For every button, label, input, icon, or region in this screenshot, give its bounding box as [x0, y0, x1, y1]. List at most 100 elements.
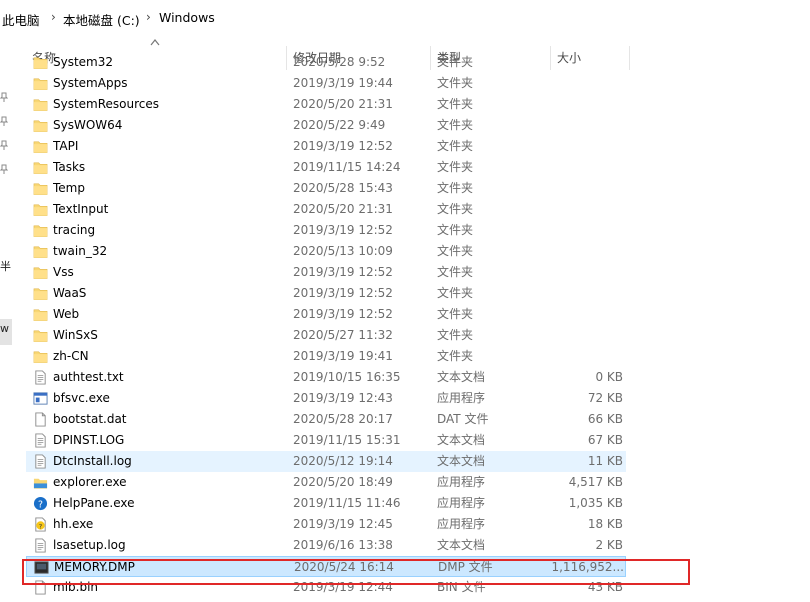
breadcrumb-windows[interactable]: Windows [159, 10, 215, 25]
folder-icon [33, 349, 48, 364]
file-name: SysWOW64 [53, 118, 123, 132]
nav-item-fragment[interactable]: w [0, 322, 12, 335]
nav-item-fragment[interactable]: 半 [0, 258, 12, 274]
file-size [526, 73, 623, 94]
folder-icon [33, 307, 48, 322]
file-name: Tasks [53, 160, 86, 174]
file-modified-date: 2020/5/12 19:14 [293, 454, 393, 468]
file-row[interactable]: WinSxS 2020/5/27 11:32 文件夹 [26, 325, 626, 346]
file-row[interactable]: lsasetup.log 2019/6/16 13:38 文本文档 2 KB [26, 535, 626, 556]
file-row[interactable]: TAPI 2019/3/19 12:52 文件夹 [26, 136, 626, 157]
file-row[interactable]: twain_32 2020/5/13 10:09 文件夹 [26, 241, 626, 262]
file-name: MEMORY.DMP [54, 560, 135, 574]
file-row[interactable]: authtest.txt 2019/10/15 16:35 文本文档 0 KB [26, 367, 626, 388]
file-name: System32 [53, 55, 114, 69]
file-name: authtest.txt [53, 370, 124, 384]
file-row[interactable]: bfsvc.exe 2019/3/19 12:43 应用程序 72 KB [26, 388, 626, 409]
file-row[interactable]: ? hh.exe 2019/3/19 12:45 应用程序 18 KB [26, 514, 626, 535]
folder-icon [33, 286, 48, 301]
file-name: DPINST.LOG [53, 433, 125, 447]
file-name: TextInput [53, 202, 109, 216]
folder-icon [33, 265, 48, 280]
dmp-icon [34, 560, 49, 575]
address-bar[interactable]: 此电脑 › 本地磁盘 (C:) › Windows [0, 0, 810, 36]
pin-icon[interactable] [0, 140, 8, 150]
file-name: bootstat.dat [53, 412, 127, 426]
file-size: 1,035 KB [568, 496, 623, 510]
folder-icon [33, 97, 48, 112]
file-modified-date: 2020/5/28 9:52 [293, 55, 386, 69]
file-name: SystemResources [53, 97, 160, 111]
file-row[interactable]: SystemResources 2020/5/20 21:31 文件夹 [26, 94, 626, 115]
pin-icon[interactable] [0, 116, 8, 126]
file-size [526, 52, 623, 73]
file-size [526, 178, 623, 199]
file-row[interactable]: bootstat.dat 2020/5/28 20:17 DAT 文件 66 KB [26, 409, 626, 430]
file-row[interactable]: tracing 2019/3/19 12:52 文件夹 [26, 220, 626, 241]
file-row[interactable]: TextInput 2020/5/20 21:31 文件夹 [26, 199, 626, 220]
breadcrumb-separator-icon: › [146, 10, 151, 24]
file-size: 67 KB [587, 433, 623, 447]
file-row[interactable]: Temp 2020/5/28 15:43 文件夹 [26, 178, 626, 199]
folder-icon [33, 139, 48, 154]
file-size: 4,517 KB [568, 475, 623, 489]
file-modified-date: 2020/5/22 9:49 [293, 118, 386, 132]
file-size: 11 KB [587, 454, 623, 468]
pin-icon[interactable] [0, 164, 8, 174]
file-name: Vss [53, 265, 74, 279]
sort-ascending-icon [150, 39, 160, 46]
file-size [526, 157, 623, 178]
file-size: 2 KB [595, 538, 623, 552]
navigation-pane[interactable]: 半 w [0, 36, 14, 595]
blank-file-icon [33, 580, 48, 595]
text-file-icon [33, 454, 48, 469]
file-modified-date: 2019/3/19 12:52 [293, 286, 393, 300]
file-name: Web [53, 307, 80, 321]
file-size [526, 136, 623, 157]
pin-icon[interactable] [0, 92, 8, 102]
file-name: lsasetup.log [53, 538, 126, 552]
file-name: twain_32 [53, 244, 108, 258]
breadcrumb-this-pc[interactable]: 此电脑 [2, 10, 40, 29]
file-row[interactable]: WaaS 2019/3/19 12:52 文件夹 [26, 283, 626, 304]
file-size: 18 KB [587, 517, 623, 531]
file-row[interactable]: DtcInstall.log 2020/5/12 19:14 文本文档 11 KB [26, 451, 626, 472]
file-row[interactable]: explorer.exe 2020/5/20 18:49 应用程序 4,517 KB [26, 472, 626, 493]
file-modified-date: 2020/5/24 16:14 [294, 560, 394, 574]
file-size [526, 304, 623, 325]
file-row[interactable]: ? HelpPane.exe 2019/11/15 11:46 应用程序 1,035 K… [26, 493, 626, 514]
folder-icon [33, 76, 48, 91]
file-size: 0 KB [595, 370, 623, 384]
help-icon: ? [33, 496, 48, 511]
file-name: SystemApps [53, 76, 128, 90]
file-name: Temp [53, 181, 85, 195]
file-row[interactable]: zh-CN 2019/3/19 19:41 文件夹 [26, 346, 626, 367]
file-modified-date: 2019/11/15 14:24 [293, 160, 401, 174]
file-modified-date: 2019/10/15 16:35 [293, 370, 401, 384]
file-modified-date: 2019/3/19 12:52 [293, 223, 393, 237]
file-modified-date: 2020/5/28 20:17 [293, 412, 393, 426]
breadcrumb-separator-icon: › [51, 10, 56, 24]
breadcrumb-local-disk[interactable]: 本地磁盘 (C:) [63, 10, 140, 29]
file-name: tracing [53, 223, 96, 237]
file-row[interactable]: SysWOW64 2020/5/22 9:49 文件夹 [26, 115, 626, 136]
file-row[interactable]: SystemApps 2019/3/19 19:44 文件夹 [26, 73, 626, 94]
folder-icon [33, 202, 48, 217]
file-modified-date: 2020/5/20 21:31 [293, 97, 393, 111]
file-modified-date: 2019/11/15 11:46 [293, 496, 401, 510]
file-size [526, 199, 623, 220]
file-modified-date: 2019/3/19 19:41 [293, 349, 393, 363]
text-file-icon [33, 370, 48, 385]
file-row[interactable]: DPINST.LOG 2019/11/15 15:31 文本文档 67 KB [26, 430, 626, 451]
file-row[interactable]: Web 2019/3/19 12:52 文件夹 [26, 304, 626, 325]
file-modified-date: 2020/5/13 10:09 [293, 244, 393, 258]
file-name: hh.exe [53, 517, 94, 531]
file-row[interactable]: Vss 2019/3/19 12:52 文件夹 [26, 262, 626, 283]
file-size [526, 94, 623, 115]
file-row[interactable]: System32 2020/5/28 9:52 文件夹 [26, 52, 626, 73]
file-row[interactable]: Tasks 2019/11/15 14:24 文件夹 [26, 157, 626, 178]
folder-icon [33, 244, 48, 259]
file-size: 72 KB [587, 391, 623, 405]
file-modified-date: 2019/3/19 19:44 [293, 76, 393, 90]
file-row[interactable]: MEMORY.DMP 2020/5/24 16:14 DMP 文件 1,116,952… [26, 556, 626, 577]
